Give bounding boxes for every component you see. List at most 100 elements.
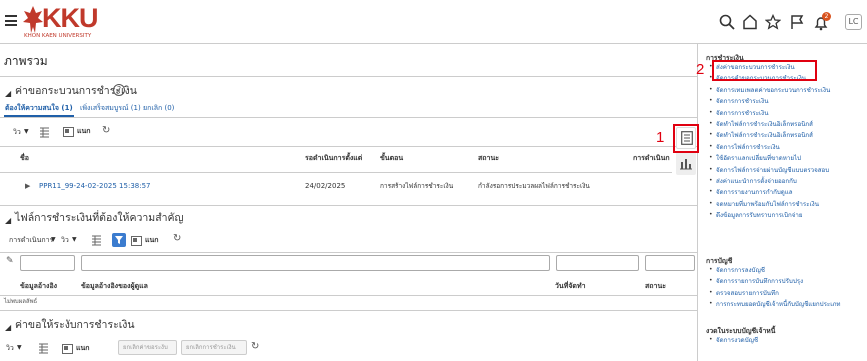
col-reference: ข้อมูลอ้างอิง xyxy=(20,282,58,290)
cancel-hold-request-button[interactable]: ยกเลิกค่าขอระงับ xyxy=(118,340,177,355)
sidebar-link[interactable]: ใช้อัตราแลกเปลี่ยนที่ขาดหายไป xyxy=(716,155,801,162)
help-icon[interactable]: ? xyxy=(113,84,125,96)
notification-count: 2 xyxy=(824,13,829,20)
view-menu-2[interactable]: วิว xyxy=(61,237,69,244)
sidebar-heading: การบัญชี xyxy=(706,257,733,265)
sidebar-bullet: • xyxy=(709,336,713,343)
collapse-caret-icon[interactable]: ◢ xyxy=(5,90,11,98)
flag-icon[interactable] xyxy=(789,14,805,30)
freeze-icon[interactable] xyxy=(91,235,102,246)
section2-title: ไฟล์การชำระเงินที่ต้องให้ความสำคัญ xyxy=(15,212,184,224)
actions-menu[interactable]: การดำเนินการ xyxy=(9,237,53,244)
filter-reference[interactable] xyxy=(20,255,75,271)
sidebar-link[interactable]: จัดการเทมเพลตค่าขอกระบวนการชำระเงิน xyxy=(716,87,830,94)
sidebar-link[interactable]: การกระทบยอดบัญชีเจ้าหนี้กับบัญชีแยกประเภ… xyxy=(716,301,841,308)
sidebar-bullet: • xyxy=(709,131,713,139)
sidebar-bullet: • xyxy=(709,300,713,308)
chart-view-button[interactable] xyxy=(676,151,696,175)
detach-icon[interactable] xyxy=(63,127,74,137)
collapse-caret-icon[interactable]: ◢ xyxy=(5,217,11,225)
freeze-icon[interactable] xyxy=(39,127,50,138)
sidebar-link[interactable]: จัดการรายงานการกำกับดูแล xyxy=(716,190,793,196)
star-icon[interactable] xyxy=(765,14,781,30)
annotation-label-1: 1 xyxy=(656,129,665,146)
col-status: สถานะ xyxy=(478,154,499,162)
sidebar-bullet: • xyxy=(709,142,713,150)
tab-attention[interactable]: ต้องให้ความสนใจ (1) xyxy=(5,105,73,112)
detach-label-3[interactable]: แนก xyxy=(76,345,90,352)
section2-bottom-border xyxy=(0,310,697,311)
logo-text: KKU xyxy=(42,3,98,33)
collapse-caret-icon[interactable]: ◢ xyxy=(5,324,11,332)
sidebar-link[interactable]: จดหมายที่มาพร้อมกับไฟล์การชำระเงิน xyxy=(716,201,819,208)
view-menu-3[interactable]: วิว xyxy=(6,345,14,352)
filter-icon xyxy=(115,236,123,244)
sidebar-link[interactable]: จัดการรายการบันทึกการปรับปรุง xyxy=(716,279,803,285)
filter-status[interactable] xyxy=(645,255,695,271)
row-step: การสร้างไฟล์การชำระเงิน xyxy=(380,182,454,190)
cancel-payment-button[interactable]: ยกเลิกการชำระเงิน xyxy=(181,340,247,355)
row-status: กำลังรอการประมวลผลไฟล์การชำระเงิน xyxy=(478,182,590,190)
logo-subtitle: KHON KAEN UNIVERSITY xyxy=(24,33,92,39)
sidebar-bullet: • xyxy=(709,211,713,219)
sidebar-bullet: • xyxy=(709,199,713,207)
table2-header-border xyxy=(0,295,697,296)
sidebar-bullet: • xyxy=(709,188,713,196)
sidebar-heading: งวดในระบบบัญชีเจ้าหนี้ xyxy=(706,327,776,335)
tab-completed[interactable]: เพิ่งเสร็จสมบูรณ์ (1) xyxy=(80,105,141,112)
sidebar-link[interactable]: จัดการงวดบัญชี xyxy=(716,337,758,344)
sidebar-link[interactable]: จัดการการชำระเงิน xyxy=(716,98,768,105)
sidebar-link[interactable]: ตรวจสอบรายการบันทึก xyxy=(716,290,779,297)
sidebar-link[interactable]: ดึงข้อมูลการรับทราบการเบิกจ่าย xyxy=(716,212,803,219)
sidebar-bullet: • xyxy=(709,288,713,296)
sidebar-bullet: • xyxy=(709,266,713,273)
refresh-icon[interactable]: ↻ xyxy=(102,126,110,136)
view-menu-1[interactable]: วิว xyxy=(13,129,21,136)
col-step: ขั้นตอน xyxy=(380,154,404,162)
sidebar-bullet: • xyxy=(709,177,713,184)
tab-cancelled[interactable]: ยกเลิก (0) xyxy=(143,105,174,112)
col-status-2: สถานะ xyxy=(645,282,666,290)
sidebar-bullet: • xyxy=(709,120,713,127)
avatar[interactable]: LC xyxy=(845,14,862,30)
col-date: วันที่จัดทำ xyxy=(555,282,586,290)
sidebar-link[interactable]: จัดการไฟล์การชำระเงิน xyxy=(716,144,780,151)
sidebar-link[interactable]: จัดการการลงบัญชี xyxy=(716,267,765,274)
sidebar-link[interactable]: จัดทำไฟล์การชำระเงินอิเล็กทรอนิกส์ xyxy=(716,121,813,128)
search-icon[interactable] xyxy=(719,14,735,30)
table1-header-border xyxy=(0,172,672,173)
sidebar-link[interactable]: ส่งค่าแนะนำการตั้งจ่ายออกกับ xyxy=(716,178,797,185)
sidebar-link[interactable]: จัดการไฟล์การจ่ายผ่านบัญชีแบบตรวจสอบ xyxy=(716,167,829,174)
sidebar-bullet: • xyxy=(709,277,713,285)
filter-toggle-button[interactable] xyxy=(112,233,126,247)
detach-icon[interactable] xyxy=(131,236,142,246)
kku-logo[interactable]: KKU KHON KAEN UNIVERSITY xyxy=(22,3,104,41)
page-title: ภาพรวม xyxy=(4,54,48,68)
detach-label-2[interactable]: แนก xyxy=(145,237,159,244)
actions-dropdown-icon: ▼ xyxy=(51,236,56,243)
avatar-initials: LC xyxy=(848,17,859,26)
row-expand-icon[interactable]: ▶ xyxy=(25,183,30,190)
view-dropdown-icon: ▼ xyxy=(17,344,22,351)
col-pending-since: รอดำเนินการตั้งแต่ xyxy=(305,154,363,162)
notification-badge: 2 xyxy=(822,12,831,21)
divider xyxy=(0,76,697,77)
detach-label-1[interactable]: แนก xyxy=(77,128,91,135)
cancel-hold-request-label: ยกเลิกค่าขอระงับ xyxy=(123,344,168,351)
annotation-label-2: 2 xyxy=(696,61,705,78)
menu-icon[interactable] xyxy=(5,15,17,26)
freeze-icon[interactable] xyxy=(38,343,49,354)
col-action: การดำเนินก xyxy=(633,154,670,162)
filter-admin-reference[interactable] xyxy=(81,255,550,271)
clear-filter-icon[interactable]: ✎ xyxy=(6,257,14,266)
home-icon[interactable] xyxy=(742,14,758,30)
sidebar-link[interactable]: จัดการการชำระเงิน xyxy=(716,110,768,117)
refresh-icon[interactable]: ↻ xyxy=(173,234,181,244)
filter-date[interactable] xyxy=(556,255,639,271)
row-name-link[interactable]: PPR11_99-24-02-2025 15:38:57 xyxy=(39,183,151,190)
refresh-icon[interactable]: ↻ xyxy=(251,342,259,352)
detach-icon[interactable] xyxy=(62,344,73,354)
no-results-text: ไม่พบผลลัพธ์ xyxy=(4,298,38,305)
sidebar-link[interactable]: จัดทำไฟล์การชำระเงินอิเล็กทรอนิกส์ xyxy=(716,133,813,139)
view-dropdown-icon: ▼ xyxy=(72,236,77,243)
